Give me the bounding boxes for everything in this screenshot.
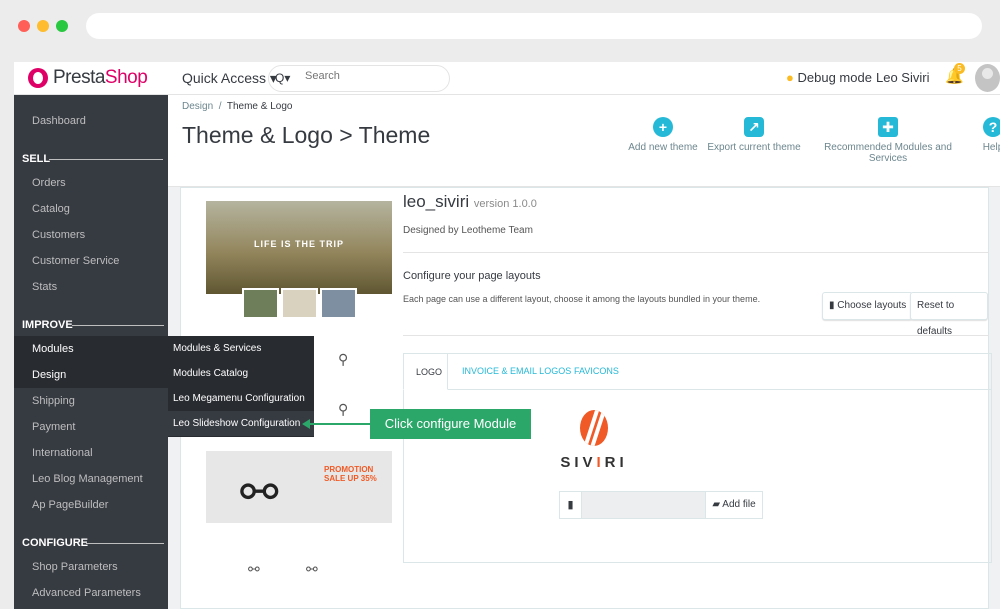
search-icon[interactable]: Q▾ xyxy=(275,71,290,85)
address-bar[interactable] xyxy=(86,13,982,39)
prestashop-logo[interactable]: PrestaShop xyxy=(28,67,148,89)
puzzle-icon: ✚ xyxy=(878,117,898,137)
callout-arrowhead xyxy=(302,419,310,429)
flyout-item-modules-catalog[interactable]: Modules Catalog xyxy=(168,361,314,386)
theme-designer: Designed by Leotheme Team xyxy=(403,225,533,236)
sidebar-item-stats[interactable]: Stats xyxy=(14,274,168,300)
sidebar-item-customers[interactable]: Customers xyxy=(14,222,168,248)
reset-defaults-button[interactable]: Reset to defaults xyxy=(910,292,988,337)
bike-icon: ⚲ xyxy=(338,401,349,417)
logo-file-input[interactable]: ▮ ▰ Add file xyxy=(559,491,763,519)
siviri-brand-mark xyxy=(580,410,608,446)
section-divider xyxy=(72,325,164,326)
search-input[interactable] xyxy=(305,70,445,82)
sidebar-item-dashboard[interactable]: Dashboard xyxy=(14,108,168,134)
top-bar: PrestaShop Quick Access ▾ Q▾ ● Debug mod… xyxy=(14,62,1000,95)
breadcrumb-current: Theme & Logo xyxy=(226,101,293,112)
theme-name: leo_siviri version 1.0.0 xyxy=(403,192,537,211)
preview-thumbnail xyxy=(320,288,357,319)
search-box: Q▾ xyxy=(268,65,450,92)
help-button[interactable]: ?Help xyxy=(978,117,1000,153)
tab-favicons[interactable]: FAVICONS xyxy=(562,353,631,390)
close-window-dot[interactable] xyxy=(18,20,30,32)
flyout-item-leo-slideshow[interactable]: Leo Slideshow Configuration xyxy=(168,411,314,436)
quick-access-menu[interactable]: Quick Access ▾ xyxy=(182,70,277,87)
maximize-window-dot[interactable] xyxy=(56,20,68,32)
theme-version: version 1.0.0 xyxy=(473,198,537,210)
section-divider xyxy=(86,543,164,544)
browser-chrome xyxy=(0,0,1000,52)
layouts-title: Configure your page layouts xyxy=(403,270,541,282)
sidebar-item-design[interactable]: Design xyxy=(14,362,168,388)
help-icon: ? xyxy=(983,117,1000,137)
add-file-button[interactable]: ▰ Add file xyxy=(705,492,762,518)
callout-arrow xyxy=(306,423,372,425)
flyout-item-modules-services[interactable]: Modules & Services xyxy=(168,336,314,361)
export-icon: ↗ xyxy=(744,117,764,137)
sidebar-item-catalog[interactable]: Catalog xyxy=(14,196,168,222)
preview-promo-banner: ⚯ PROMOTION SALE UP 35% xyxy=(206,451,392,523)
section-divider xyxy=(49,159,163,160)
breadcrumb: Design / Theme & Logo xyxy=(182,101,293,112)
add-new-theme-button[interactable]: + Add new theme xyxy=(628,117,698,153)
recommended-modules-button[interactable]: ✚ Recommended Modules and Services xyxy=(808,117,968,164)
avatar[interactable] xyxy=(975,64,1000,92)
prestashop-mascot-icon xyxy=(28,68,48,88)
sidebar-item-leo-blog-management[interactable]: Leo Blog Management xyxy=(14,466,168,492)
file-icon: ▮ xyxy=(560,492,582,518)
divider xyxy=(403,252,989,253)
sidebar-item-ap-pagebuilder[interactable]: Ap PageBuilder xyxy=(14,492,168,518)
page-header: Design / Theme & Logo Theme & Logo > The… xyxy=(168,95,1000,187)
bicycle-icon: ⚯ xyxy=(240,466,279,518)
sidebar-item-international[interactable]: International xyxy=(14,440,168,466)
page-title: Theme & Logo > Theme xyxy=(182,122,431,148)
admin-window: PrestaShop Quick Access ▾ Q▾ ● Debug mod… xyxy=(14,62,1000,609)
tab-logo[interactable]: LOGO xyxy=(403,353,448,390)
divider xyxy=(403,335,989,336)
modules-flyout-menu: Modules & Services Modules Catalog Leo M… xyxy=(168,336,314,437)
export-theme-button[interactable]: ↗ Export current theme xyxy=(706,117,802,153)
user-name[interactable]: Leo Siviri xyxy=(876,70,929,85)
sidebar-item-modules[interactable]: Modules xyxy=(14,336,168,362)
bike-icon: ⚯ xyxy=(306,561,318,577)
callout-label: Click configure Module xyxy=(370,409,531,439)
lightbulb-icon: ● xyxy=(786,70,794,85)
notification-badge: 5 xyxy=(954,63,965,74)
sidebar-item-customer-service[interactable]: Customer Service xyxy=(14,248,168,274)
sidebar-section-improve: IMPROVE xyxy=(22,319,164,331)
logo-tabs: SIVIRI ▮ ▰ Add file LOGO INVOICE & EMAIL… xyxy=(403,353,992,563)
breadcrumb-link[interactable]: Design xyxy=(182,101,213,112)
sidebar-item-payment[interactable]: Payment xyxy=(14,414,168,440)
file-icon: ▮ xyxy=(829,300,835,311)
preview-thumbnail xyxy=(281,288,318,319)
siviri-logo: SIVIRI xyxy=(559,410,629,471)
preview-hero: LIFE IS THE TRIP xyxy=(206,201,392,294)
sidebar-item-orders[interactable]: Orders xyxy=(14,170,168,196)
sidebar-item-shop-parameters[interactable]: Shop Parameters xyxy=(14,554,168,580)
folder-icon: ▰ xyxy=(712,499,721,510)
minimize-window-dot[interactable] xyxy=(37,20,49,32)
sidebar-section-sell: SELL xyxy=(22,153,164,165)
preview-thumbnail xyxy=(242,288,279,319)
sidebar-item-advanced-parameters[interactable]: Advanced Parameters xyxy=(14,580,168,606)
layouts-description: Each page can use a different layout, ch… xyxy=(403,294,761,304)
choose-layouts-button[interactable]: ▮ Choose layouts xyxy=(822,292,914,320)
plus-circle-icon: + xyxy=(653,117,673,137)
sidebar: Dashboard SELL Orders Catalog Customers … xyxy=(14,95,168,609)
sidebar-section-configure: CONFIGURE xyxy=(22,537,164,549)
sidebar-item-shipping[interactable]: Shipping xyxy=(14,388,168,414)
flyout-item-leo-megamenu[interactable]: Leo Megamenu Configuration xyxy=(168,386,314,411)
bike-icon: ⚲ xyxy=(338,351,349,367)
debug-mode-indicator[interactable]: ● Debug mode xyxy=(786,70,872,85)
bike-icon: ⚯ xyxy=(248,561,260,577)
